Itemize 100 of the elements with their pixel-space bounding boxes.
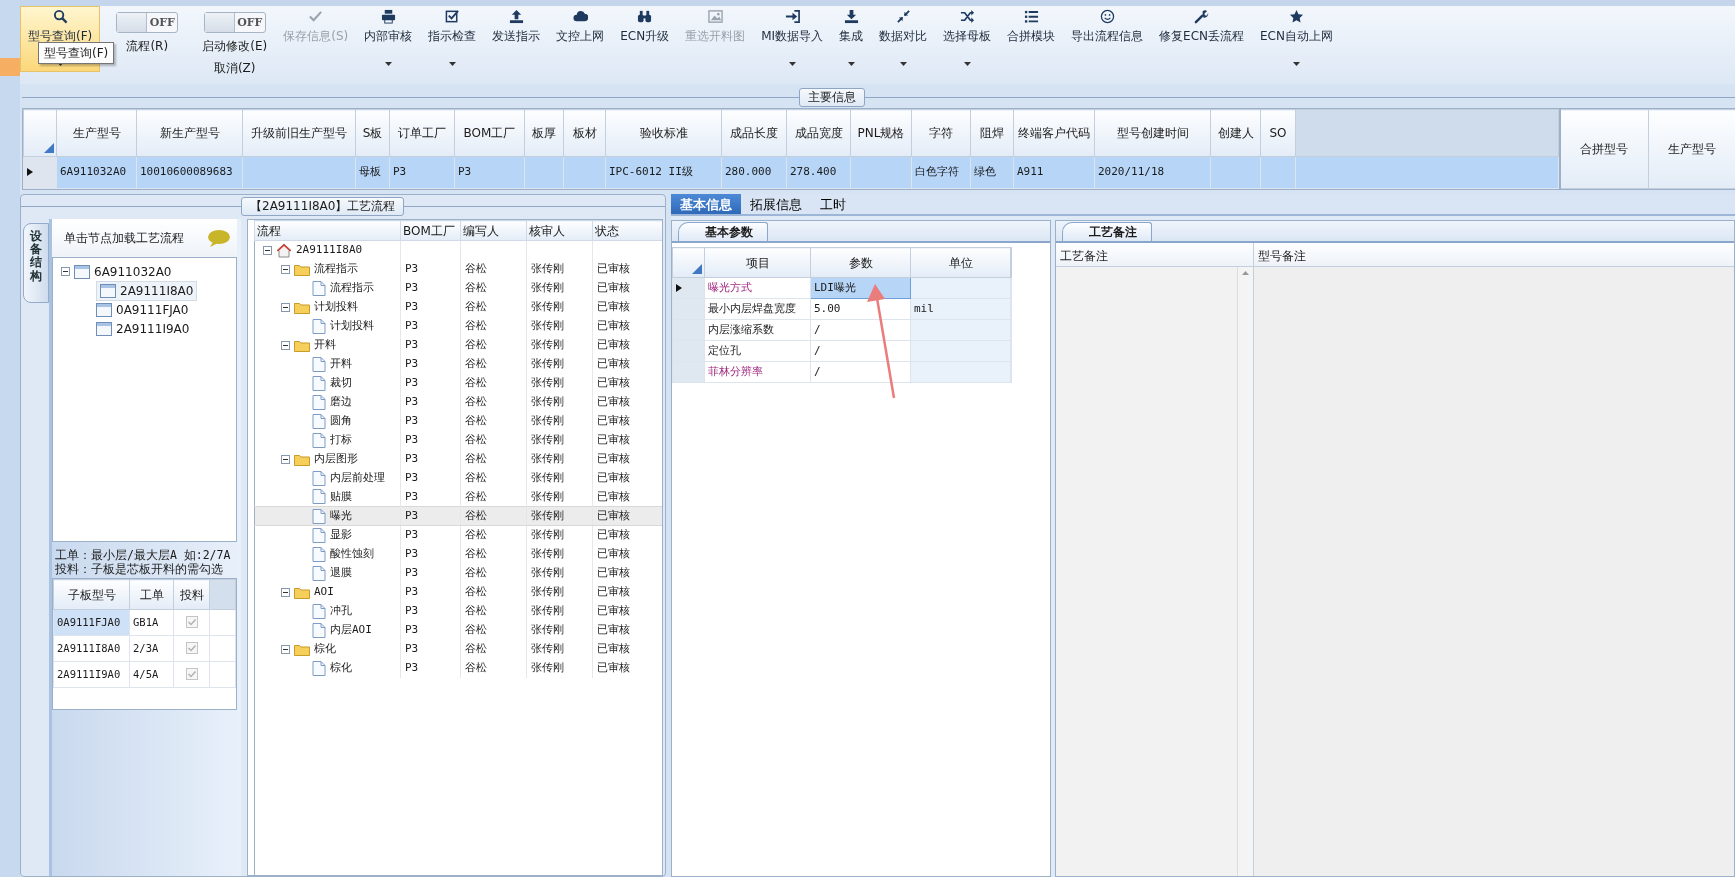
tree-node[interactable]: 2A9111I8A0 (96, 280, 198, 301)
tree-row[interactable]: 内层图形 P3 谷松 张传刚 已审核 (255, 449, 662, 469)
column-header[interactable]: 成品长度 (721, 109, 787, 157)
tree-row[interactable]: 流程指示 P3 谷松 张传刚 已审核 (255, 259, 662, 279)
toolbar-button[interactable]: 内部审核 (356, 6, 421, 72)
column-header[interactable]: BOM工厂 (400, 221, 461, 241)
column-header[interactable]: 状态 (592, 221, 662, 241)
column-header[interactable]: 参数 (810, 247, 911, 278)
column-header[interactable]: 型号备注 (1254, 243, 1734, 266)
tree-node[interactable]: 2A9111I9A0 (96, 319, 190, 338)
tree-row[interactable]: 显影 P3 谷松 张传刚 已审核 (255, 525, 662, 545)
column-header[interactable]: 合拼型号 (1560, 109, 1648, 189)
column-header[interactable]: 型号创建时间 (1094, 109, 1211, 157)
tab[interactable]: 拓展信息 (741, 194, 811, 214)
tree-node[interactable]: 6A911032A0 (74, 262, 172, 281)
tab[interactable]: 工艺备注 (1062, 222, 1152, 241)
column-header[interactable]: 工单 (129, 579, 174, 610)
column-header[interactable]: 板厚 (524, 109, 564, 157)
column-header[interactable]: SO (1260, 109, 1296, 157)
tree-row[interactable]: 2A9111I8A0 (255, 240, 662, 260)
toolbar-button[interactable]: ECN升级 (612, 6, 678, 72)
table-cell: 谷松 (460, 354, 527, 374)
checkbox[interactable] (185, 668, 198, 681)
expander-icon[interactable] (61, 267, 70, 276)
tree-row[interactable]: 内层前处理 P3 谷松 张传刚 已审核 (255, 468, 662, 488)
toolbar-button[interactable]: 修复ECN丢流程 (1151, 6, 1252, 72)
table-cell[interactable]: / (810, 340, 911, 362)
toolbar-button[interactable]: 文控上网 (548, 6, 613, 72)
column-header[interactable]: 生产型号 (1648, 109, 1735, 189)
column-header[interactable]: 编写人 (460, 221, 527, 241)
tab[interactable]: 基本信息 (671, 194, 741, 214)
column-header[interactable]: 板材 (563, 109, 606, 157)
column-header[interactable]: 终端客户代码 (1013, 109, 1095, 157)
expander-icon[interactable] (281, 587, 290, 597)
column-header[interactable]: 订单工厂 (389, 109, 455, 157)
expander-icon[interactable] (281, 302, 290, 312)
column-header[interactable]: 流程 (255, 221, 401, 241)
column-header[interactable]: 创建人 (1210, 109, 1261, 157)
tree-row[interactable]: 开料 P3 谷松 张传刚 已审核 (255, 335, 662, 355)
toolbar-button[interactable]: 选择母板 (935, 6, 1000, 72)
expander-icon[interactable] (263, 245, 272, 255)
column-header[interactable]: 项目 (704, 247, 811, 278)
table-cell: 已审核 (592, 335, 662, 355)
toolbar-button[interactable]: 发送指示 (484, 6, 549, 72)
toolbar-button[interactable]: 合拼模块 (999, 6, 1064, 72)
tree-row[interactable]: 曝光 P3 谷松 张传刚 已审核 (255, 506, 662, 526)
column-header[interactable]: 阻焊 (970, 109, 1014, 157)
tree-row[interactable]: 棕化 P3 谷松 张传刚 已审核 (255, 639, 662, 659)
tree-row[interactable]: 裁切 P3 谷松 张传刚 已审核 (255, 373, 662, 393)
column-header[interactable]: BOM工厂 (454, 109, 525, 157)
column-header[interactable]: S板 (355, 109, 390, 157)
column-header[interactable]: 验收标准 (605, 109, 722, 157)
tree-row[interactable]: 磨边 P3 谷松 张传刚 已审核 (255, 392, 662, 412)
checkbox[interactable] (185, 616, 198, 629)
table-cell[interactable]: / (810, 319, 911, 341)
column-header[interactable]: 成品宽度 (786, 109, 851, 157)
tree-row[interactable]: 退膜 P3 谷松 张传刚 已审核 (255, 563, 662, 583)
tree-row[interactable]: 内层AOI P3 谷松 张传刚 已审核 (255, 620, 662, 640)
column-header[interactable]: 新生产型号 (136, 109, 243, 157)
tab[interactable]: 工时 (811, 194, 855, 214)
tree-row[interactable]: 冲孔 P3 谷松 张传刚 已审核 (255, 601, 662, 621)
toggle-switch[interactable]: OFF (116, 12, 179, 33)
checkbox[interactable] (185, 642, 198, 655)
toolbar-button[interactable]: MI数据导入 (753, 6, 832, 72)
tree-row[interactable]: 流程指示 P3 谷松 张传刚 已审核 (255, 278, 662, 298)
column-header[interactable]: 投料 (173, 579, 210, 610)
node-label: 打标 (330, 431, 352, 448)
tree-row[interactable]: 圆角 P3 谷松 张传刚 已审核 (255, 411, 662, 431)
column-header[interactable]: 子板型号 (53, 579, 130, 610)
tree-row[interactable]: 酸性蚀刻 P3 谷松 张传刚 已审核 (255, 544, 662, 564)
expander-icon[interactable] (281, 454, 290, 464)
column-header[interactable]: 升级前旧生产型号 (242, 109, 356, 157)
toolbar-button[interactable]: 导出流程信息 (1063, 6, 1152, 72)
data-row[interactable]: 6A911032A0 10010600089683 母板 P3 P3 IPC-6012 II级 280.000 278.400 白色字符 绿色 A911 2020/11/18 (23, 156, 1559, 189)
toolbar-button[interactable]: 数据对比 (871, 6, 936, 72)
toolbar-button[interactable]: ECN自动上网 (1252, 6, 1341, 72)
column-header[interactable]: 生产型号 (56, 109, 137, 157)
column-header[interactable]: 单位 (910, 247, 1011, 278)
toggle-switch[interactable]: OFF (203, 12, 266, 33)
table-cell[interactable]: / (810, 361, 911, 383)
check-icon (308, 9, 324, 24)
tree-row[interactable]: 棕化 P3 谷松 张传刚 已审核 (255, 658, 662, 678)
expander-icon[interactable] (281, 264, 290, 274)
tree-node[interactable]: 0A9111FJA0 (96, 300, 189, 319)
tree-row[interactable]: 计划投料 P3 谷松 张传刚 已审核 (255, 297, 662, 317)
toolbar-button[interactable]: 集成 (831, 6, 872, 72)
expander-icon[interactable] (281, 644, 290, 654)
tree-row[interactable]: 打标 P3 谷松 张传刚 已审核 (255, 430, 662, 450)
tab[interactable]: 基本参数 (678, 222, 768, 241)
tree-row[interactable]: 开料 P3 谷松 张传刚 已审核 (255, 354, 662, 374)
toolbar-button[interactable]: 指示检查 (420, 6, 485, 72)
column-header[interactable]: 字符 (911, 109, 971, 157)
expander-icon[interactable] (281, 340, 290, 350)
tree-row[interactable]: 计划投料 P3 谷松 张传刚 已审核 (255, 316, 662, 336)
column-header[interactable]: 核审人 (526, 221, 593, 241)
tree-row[interactable]: AOI P3 谷松 张传刚 已审核 (255, 582, 662, 602)
side-tab[interactable]: 设备结构 (23, 223, 49, 303)
column-header[interactable]: PNL规格 (850, 109, 912, 157)
column-header[interactable]: 工艺备注 (1056, 243, 1254, 266)
folder-icon (294, 642, 310, 656)
